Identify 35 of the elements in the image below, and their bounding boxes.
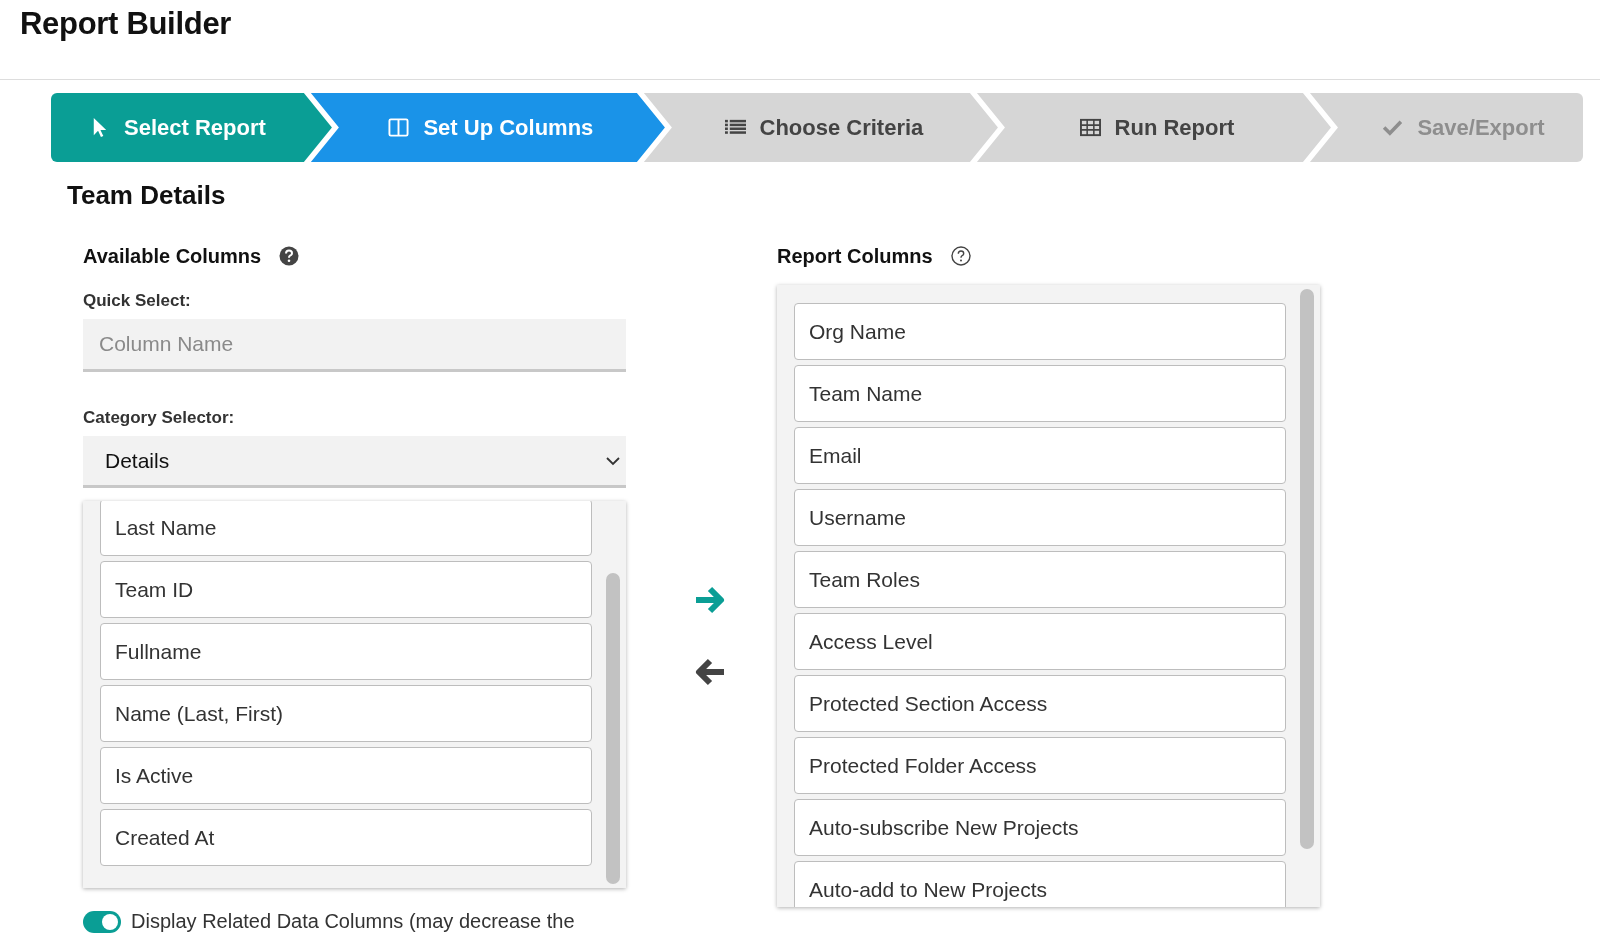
column-heading: Report Columns xyxy=(777,244,933,268)
column-item[interactable]: Auto-subscribe New Projects xyxy=(794,799,1286,856)
section-title: Team Details xyxy=(67,180,227,211)
scrollbar-thumb[interactable] xyxy=(606,573,620,884)
scrollbar-thumb[interactable] xyxy=(1300,289,1314,849)
column-item[interactable]: Email xyxy=(794,427,1286,484)
toggle-label: Display Related Data Columns (may decrease the xyxy=(131,910,575,933)
column-item[interactable]: Fullname xyxy=(100,623,592,680)
column-item[interactable]: Name (Last, First) xyxy=(100,685,592,742)
column-item[interactable]: Auto-add to New Projects xyxy=(794,861,1286,907)
wizard-step[interactable]: Choose Criteria xyxy=(643,93,998,162)
columns-icon xyxy=(388,117,410,138)
wizard-step[interactable]: Run Report xyxy=(976,93,1331,162)
column-heading: Available Columns xyxy=(83,244,262,268)
column-item[interactable]: Username xyxy=(794,489,1286,546)
column-item[interactable]: Org Name xyxy=(794,303,1286,360)
chevron-down-icon xyxy=(606,455,620,466)
quick-select-field[interactable]: Column Name xyxy=(83,319,626,372)
column-item[interactable]: Protected Section Access xyxy=(794,675,1286,732)
column-item[interactable]: Team Name xyxy=(794,365,1286,422)
column-item[interactable]: Protected Folder Access xyxy=(794,737,1286,794)
category-dropdown[interactable]: Details xyxy=(83,436,626,488)
help-icon[interactable] xyxy=(279,246,300,266)
field-label: Category Selector: xyxy=(83,408,236,428)
column-item[interactable]: Team Roles xyxy=(794,551,1286,608)
page-title: Report Builder xyxy=(20,6,233,42)
toggle-switch[interactable] xyxy=(83,910,121,933)
column-item[interactable]: Access Level xyxy=(794,613,1286,670)
column-item[interactable]: Is Active xyxy=(100,747,592,804)
help-icon[interactable] xyxy=(950,246,971,266)
column-item[interactable]: Last Name xyxy=(100,501,592,556)
column-item[interactable]: Created At xyxy=(100,809,592,866)
table-icon xyxy=(1079,117,1101,138)
field-label: Quick Select: xyxy=(83,291,192,311)
column-item[interactable]: Team ID xyxy=(100,561,592,618)
